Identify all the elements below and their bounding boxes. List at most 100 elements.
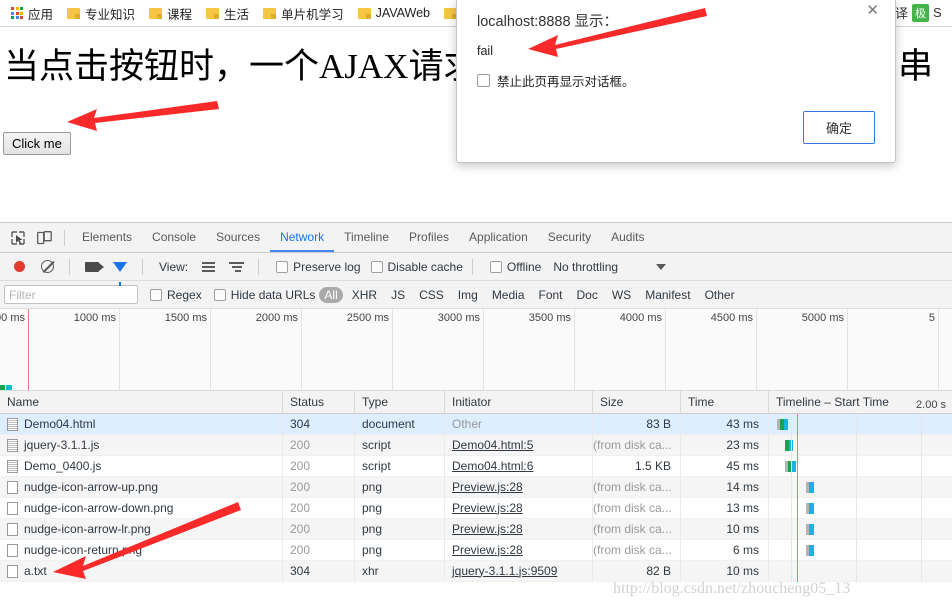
view-list-icon[interactable] — [195, 255, 221, 279]
offline-checkbox[interactable] — [489, 260, 502, 273]
cell-initiator[interactable]: Demo04.html:6 — [445, 455, 593, 477]
table-row[interactable]: Demo04.html 304 document Other 83 B 43 ms — [0, 413, 952, 435]
column-header-status[interactable]: Status — [283, 390, 355, 414]
preserve-log-group[interactable]: Preserve log — [276, 260, 361, 274]
waterfall-gridline — [791, 497, 792, 519]
cell-name: nudge-icon-return.png — [0, 539, 283, 561]
filter-type-font[interactable]: Font — [534, 287, 568, 303]
cell-initiator[interactable]: Preview.js:28 — [445, 497, 593, 519]
cell-initiator[interactable]: Preview.js:28 — [445, 539, 593, 561]
cell-initiator[interactable]: jquery-3.1.1.js:9509 — [445, 560, 593, 582]
tab-console[interactable]: Console — [142, 223, 206, 252]
cell-time: 10 ms — [681, 518, 769, 540]
offline-group[interactable]: Offline — [489, 260, 541, 274]
column-header-time[interactable]: Time — [681, 390, 769, 414]
view-label: View: — [159, 259, 189, 274]
regex-checkbox[interactable] — [150, 288, 162, 301]
chevron-down-icon[interactable] — [656, 263, 667, 270]
table-row[interactable]: nudge-icon-arrow-up.png 200 png Preview.js:… — [0, 476, 952, 498]
bookmark-apps[interactable]: 应用 — [4, 2, 60, 24]
cell-initiator[interactable]: Preview.js:28 — [445, 518, 593, 540]
cell-initiator[interactable]: Demo04.html:5 — [445, 434, 593, 456]
filter-type-xhr[interactable]: XHR — [347, 287, 382, 303]
disable-cache-checkbox[interactable] — [370, 260, 383, 273]
hide-data-urls-group[interactable]: Hide data URLs — [213, 288, 315, 302]
tab-sources[interactable]: Sources — [206, 223, 270, 252]
filter-type-js[interactable]: JS — [386, 287, 410, 303]
table-row[interactable]: a.txt 304 xhr jquery-3.1.1.js:9509 82 B 10 ms — [0, 560, 952, 582]
device-toolbar-icon[interactable] — [31, 226, 57, 250]
waterfall-gridline — [921, 413, 922, 435]
cell-status: 200 — [283, 476, 355, 498]
throttling-value[interactable]: No throttling — [553, 260, 618, 274]
waterfall-gridline — [791, 476, 792, 498]
dialog-ok-button[interactable]: 确定 — [803, 111, 875, 144]
tab-profiles[interactable]: Profiles — [399, 223, 459, 252]
hide-data-urls-checkbox[interactable] — [213, 288, 226, 301]
filter-type-css[interactable]: CSS — [414, 287, 449, 303]
bookmark-item-2[interactable]: 生活 — [199, 2, 256, 24]
bookmark-item-3[interactable]: 单片机学习 — [256, 2, 351, 24]
extension-badge[interactable]: 极 — [912, 3, 930, 22]
tab-security[interactable]: Security — [538, 223, 601, 252]
view-waterfall-icon[interactable] — [223, 255, 249, 279]
filter-type-media[interactable]: Media — [487, 287, 530, 303]
tab-elements[interactable]: Elements — [72, 223, 142, 252]
camera-icon[interactable] — [79, 255, 105, 279]
bookmark-item-0[interactable]: 专业知识 — [60, 2, 142, 24]
waterfall-gridline — [791, 518, 792, 540]
suppress-dialog-row[interactable]: 禁止此页再显示对话框。 — [477, 71, 635, 90]
network-overview-ruler[interactable]: 500 ms 1000 ms 1500 ms 2000 ms 2500 ms 3… — [0, 309, 952, 391]
funnel-icon[interactable] — [107, 255, 133, 286]
waterfall-event-line — [797, 413, 798, 435]
filter-type-all[interactable]: All — [319, 286, 343, 303]
request-name-label: Demo04.html — [24, 416, 96, 431]
folder-icon — [357, 7, 371, 19]
inspect-element-icon[interactable] — [5, 226, 31, 250]
waterfall-gridline — [921, 476, 922, 498]
waterfall-gridline — [856, 497, 857, 519]
regex-group[interactable]: Regex — [150, 288, 202, 302]
preserve-log-checkbox[interactable] — [276, 260, 289, 273]
document-file-icon — [7, 459, 18, 473]
column-header-size[interactable]: Size — [593, 390, 681, 414]
table-row[interactable]: nudge-icon-arrow-lr.png 200 png Preview.js:… — [0, 518, 952, 540]
devtools-panel: Elements Console Sources Network Timelin… — [0, 222, 952, 607]
cell-time: 6 ms — [681, 539, 769, 561]
tab-audits[interactable]: Audits — [601, 223, 654, 252]
record-icon[interactable] — [6, 255, 32, 279]
clear-icon[interactable] — [34, 255, 60, 279]
tab-application[interactable]: Application — [459, 223, 538, 252]
cell-type: xhr — [355, 560, 445, 582]
translate-extension-label[interactable]: 译 — [895, 3, 908, 22]
filter-type-img[interactable]: Img — [453, 287, 483, 303]
cell-type: document — [355, 413, 445, 435]
filter-type-manifest[interactable]: Manifest — [640, 287, 695, 303]
table-row[interactable]: Demo_0400.js 200 script Demo04.html:6 1.5 KB… — [0, 455, 952, 477]
filter-type-doc[interactable]: Doc — [572, 287, 603, 303]
request-name-label: Demo_0400.js — [24, 458, 102, 473]
dialog-title: localhost:8888 显示： — [477, 14, 619, 30]
column-header-timeline[interactable]: Timeline – Start Time 2.00 s — [769, 391, 952, 414]
cell-type: png — [355, 518, 445, 540]
tab-network[interactable]: Network — [270, 223, 335, 252]
bookmark-item-1[interactable]: 课程 — [142, 2, 199, 24]
filter-input[interactable] — [4, 285, 138, 304]
table-row[interactable]: nudge-icon-arrow-down.png 200 png Preview.j… — [0, 497, 952, 519]
close-icon[interactable]: ✕ — [866, 3, 879, 18]
cell-time: 10 ms — [681, 560, 769, 582]
bookmark-item-4[interactable]: JAVAWeb — [351, 2, 437, 24]
click-me-button[interactable]: Click me — [3, 132, 71, 155]
cell-initiator[interactable]: Preview.js:28 — [445, 476, 593, 498]
disable-cache-group[interactable]: Disable cache — [370, 260, 463, 274]
request-name-label: nudge-icon-arrow-lr.png — [24, 521, 151, 536]
filter-type-ws[interactable]: WS — [607, 287, 636, 303]
table-row[interactable]: nudge-icon-return.png 200 png Preview.js:28… — [0, 539, 952, 561]
tab-timeline[interactable]: Timeline — [334, 223, 399, 252]
column-header-type[interactable]: Type — [355, 390, 445, 414]
suppress-dialog-checkbox[interactable] — [477, 74, 490, 87]
table-row[interactable]: jquery-3.1.1.js 200 script Demo04.html:5 (fr… — [0, 434, 952, 456]
column-header-name[interactable]: Name — [0, 390, 283, 414]
filter-type-other[interactable]: Other — [700, 287, 740, 303]
column-header-initiator[interactable]: Initiator — [445, 390, 593, 414]
